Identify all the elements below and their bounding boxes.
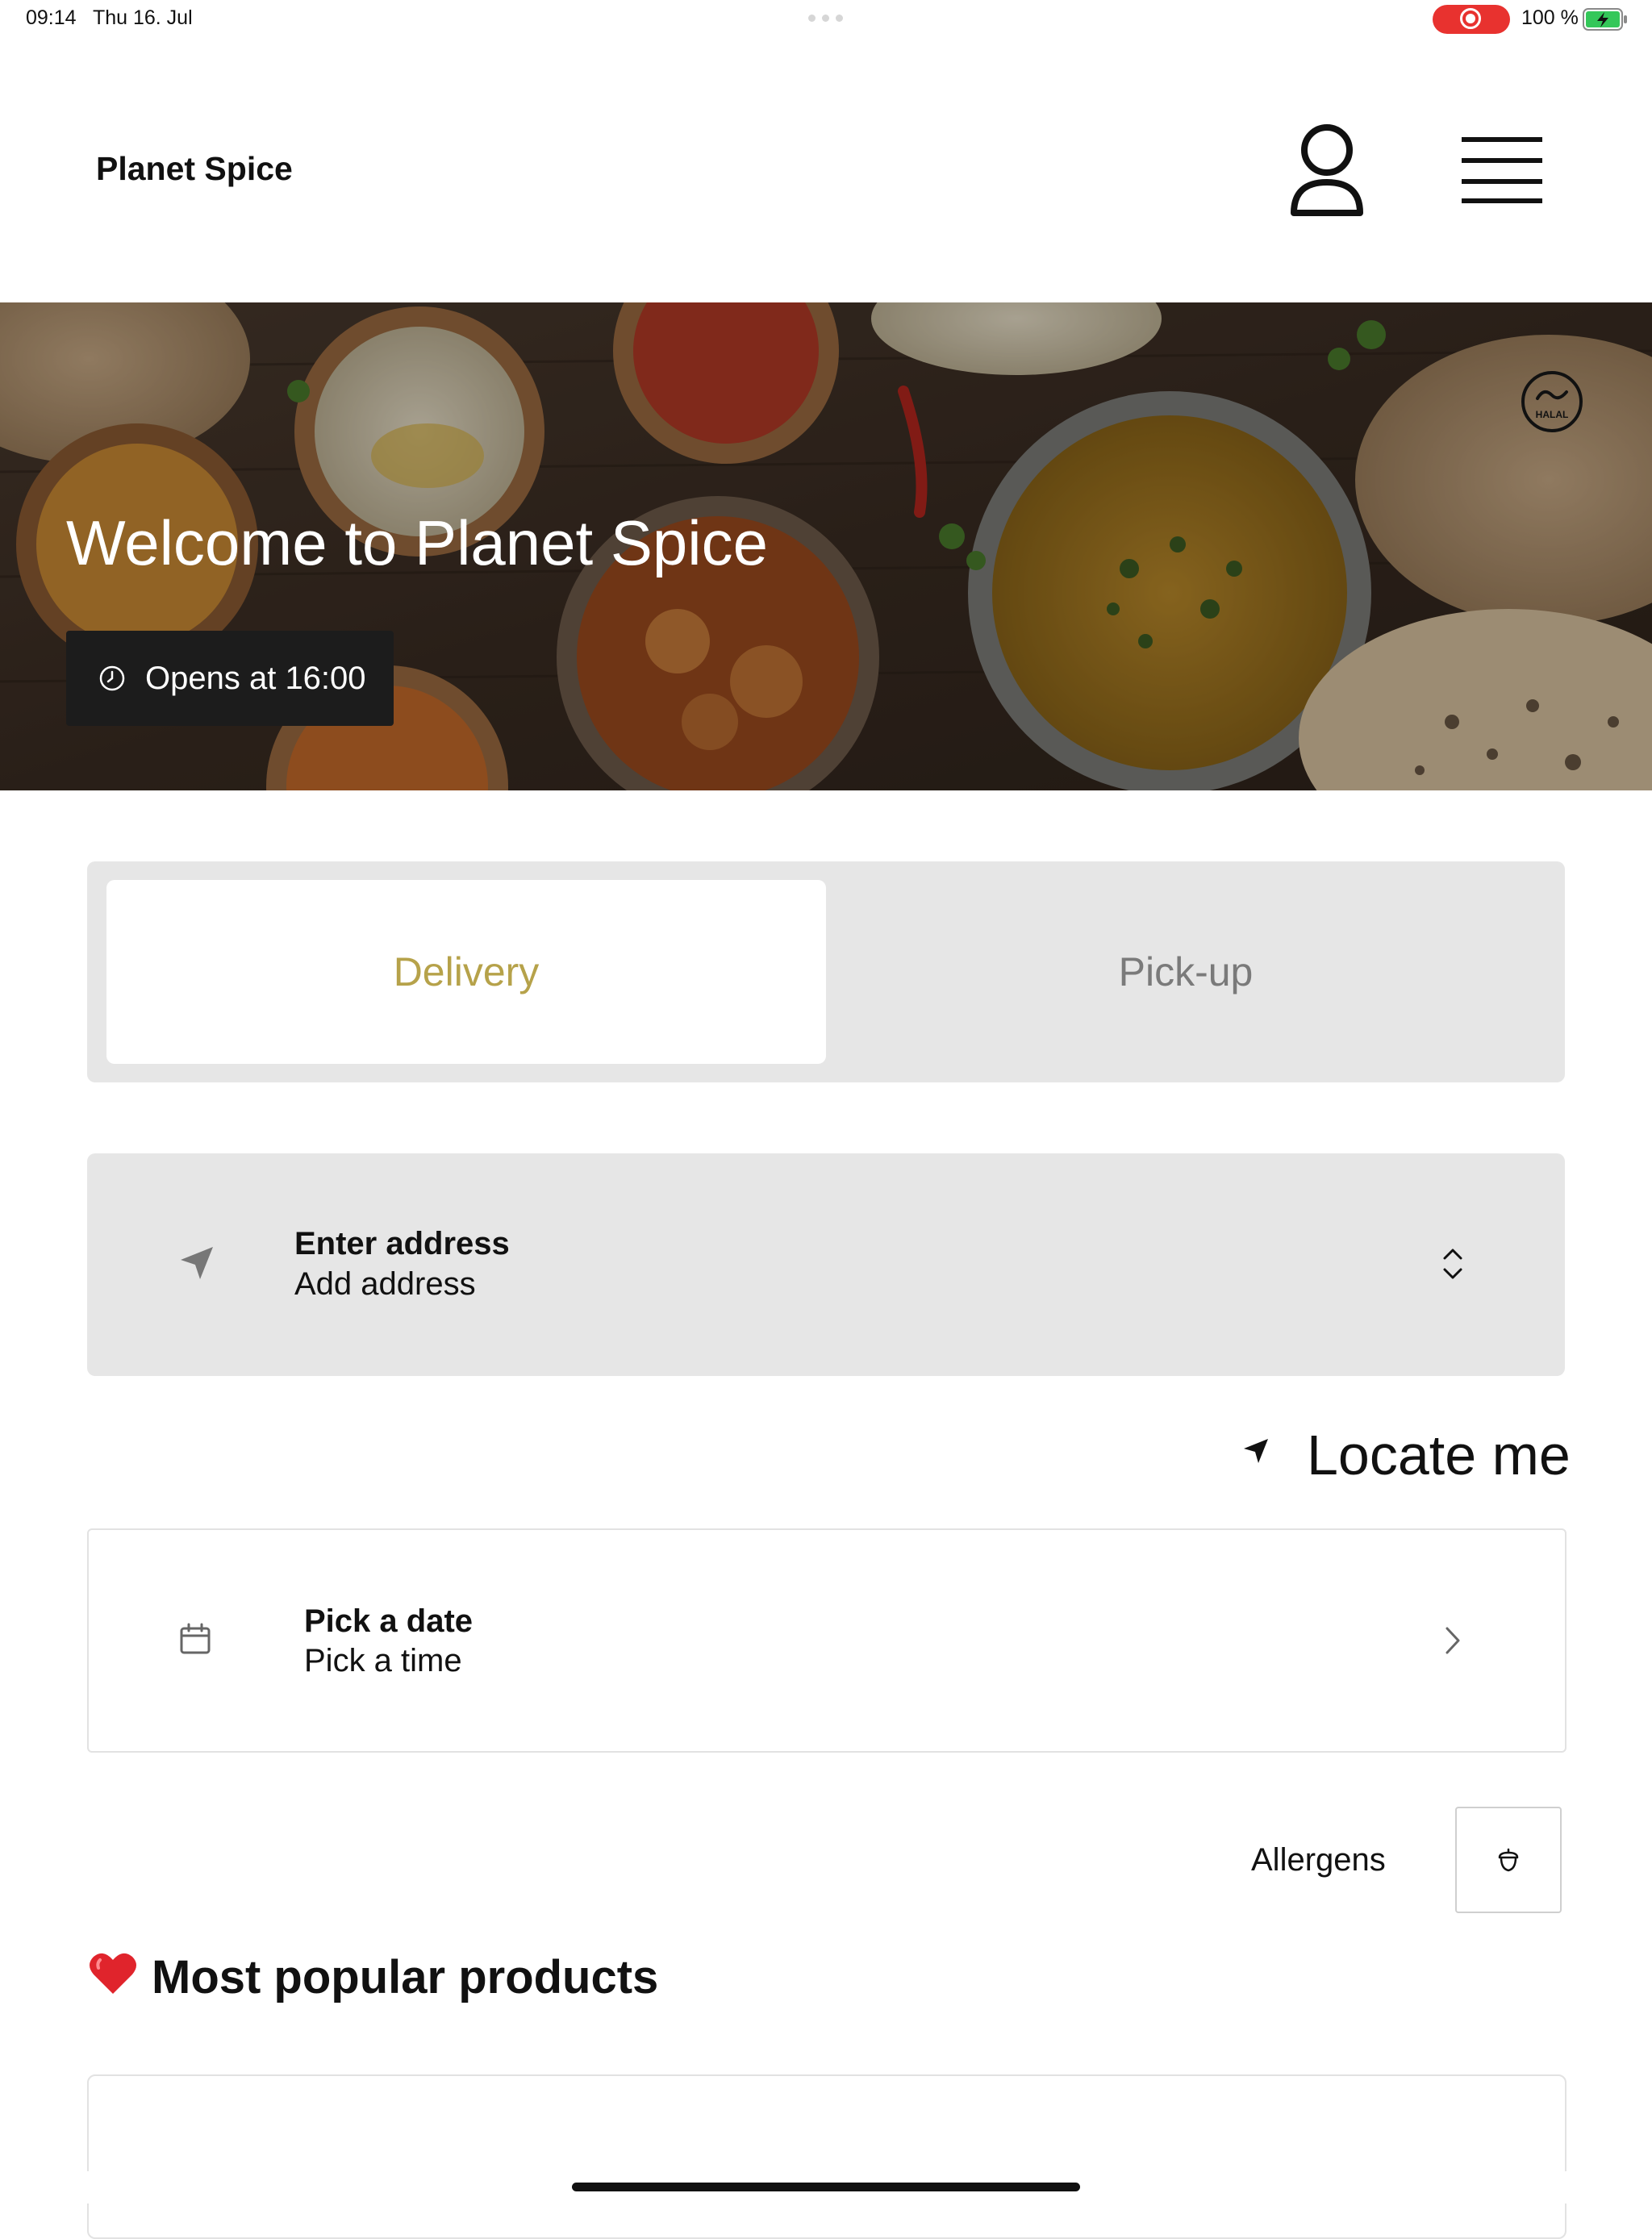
date-title: Pick a date [304,1603,473,1639]
popular-products-heading: Most popular products [152,1951,659,2003]
allergens-label: Allergens [1251,1842,1386,1878]
address-subtitle: Add address [294,1266,476,1302]
delivery-tab[interactable]: Delivery [106,880,826,1064]
halal-badge-text: HALAL [1536,409,1569,420]
calendar-icon [180,1623,211,1654]
screen-recording-icon[interactable] [1433,5,1510,34]
status-clock: 09:14 [26,6,77,29]
multitasking-dots-icon[interactable] [808,15,843,22]
chevron-right-icon [1446,1627,1460,1654]
product-card[interactable] [87,2074,1566,2239]
menu-icon[interactable] [1462,136,1542,205]
time-subtitle: Pick a time [304,1643,462,1678]
clock-icon [99,665,125,691]
locate-me-button[interactable]: Locate me [1307,1423,1571,1487]
location-arrow-icon[interactable] [1242,1437,1270,1465]
battery-percentage: 100 % [1521,6,1579,29]
heart-icon [90,1953,136,1994]
battery-charging-icon [1583,8,1627,31]
pickup-tab[interactable]: Pick-up [826,880,1546,1064]
acorn-icon [1498,1848,1519,1872]
hero-title: Welcome to Planet Spice [66,507,768,578]
brand-name[interactable]: Planet Spice [96,150,293,188]
date-time-picker[interactable] [87,1528,1566,1753]
navigation-arrow-icon [181,1247,213,1279]
user-icon[interactable] [1289,124,1365,216]
home-indicator[interactable] [572,2183,1080,2191]
halal-icon: HALAL [1521,371,1583,432]
status-time: 09:14 Thu 16. Jul [26,6,193,30]
opening-hours-text: Opens at 16:00 [145,660,366,696]
status-date: Thu 16. Jul [92,6,193,29]
address-selector[interactable] [87,1153,1565,1376]
allergens-button[interactable] [1455,1807,1562,1913]
opening-hours-badge: Opens at 16:00 [66,631,394,726]
chevron-up-down-icon[interactable] [1441,1247,1465,1281]
address-title: Enter address [294,1226,510,1261]
